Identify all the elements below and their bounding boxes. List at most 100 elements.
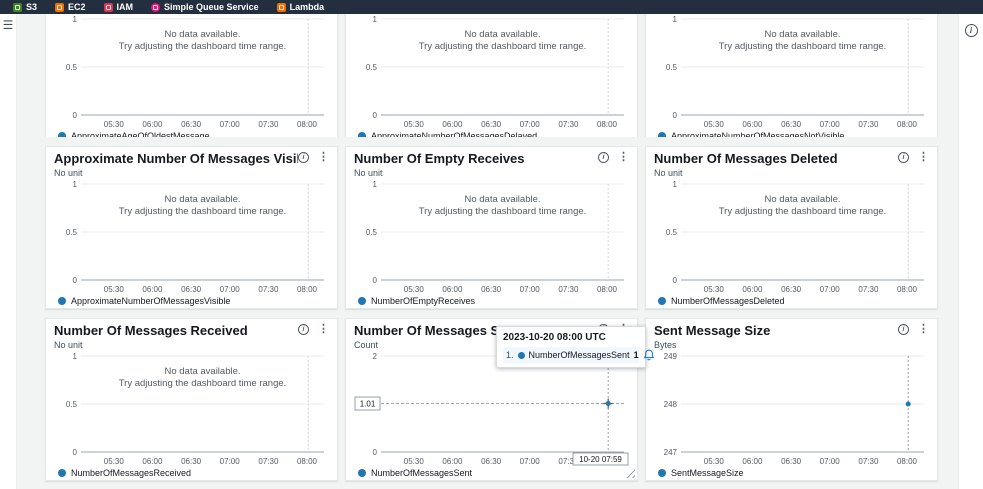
x-tick-label: 06:30 [481, 285, 502, 294]
x-tick-label: 06:00 [742, 120, 763, 129]
info-icon[interactable]: i [298, 324, 309, 335]
favorite-service-label: S3 [26, 2, 37, 12]
chart-header-icons: i ⋮ [298, 324, 329, 335]
x-tick-label: 05:30 [404, 457, 425, 466]
legend-color-dot [358, 297, 366, 305]
no-data-message-line2: Try adjusting the dashboard time range. [419, 41, 587, 52]
tooltip-series-value: 1 [634, 350, 639, 360]
widget-menu-icon[interactable]: ⋮ [318, 324, 329, 335]
chart-legend[interactable]: ApproximateAgeOfOldestMessage [46, 131, 337, 137]
no-data-message-line2: Try adjusting the dashboard time range. [719, 41, 887, 52]
info-icon[interactable]: i [898, 152, 909, 163]
favorite-service-shortcut[interactable]: Lambda [268, 0, 334, 14]
dashboard-row-3: Number Of Messages Received i ⋮ No unit … [45, 318, 938, 481]
tooltip-series-row[interactable]: 1. NumberOfMessagesSent 1 [503, 347, 639, 363]
info-icon[interactable]: i [898, 324, 909, 335]
x-tick-label: 07:00 [820, 285, 841, 294]
x-tick-label: 07:30 [258, 457, 279, 466]
x-tick-label: 06:00 [742, 285, 763, 294]
info-icon[interactable]: i [298, 152, 309, 163]
no-data-message-line1: No data available. [164, 194, 240, 205]
favorite-service-shortcut[interactable]: S3 [4, 0, 46, 14]
chart-legend[interactable]: SentMessageSize [646, 468, 937, 478]
legend-series-name: NumberOfMessagesDeleted [671, 296, 785, 306]
widget-menu-icon[interactable]: ⋮ [318, 152, 329, 163]
chart-legend[interactable]: NumberOfMessagesDeleted [646, 296, 937, 306]
chart-plot-area[interactable]: 10.5005:3006:0006:3007:0007:3008:00No da… [654, 14, 931, 131]
legend-color-dot [58, 297, 66, 305]
x-tick-label: 07:30 [258, 120, 279, 129]
x-tick-label: 05:30 [404, 285, 425, 294]
chart-title: Number Of Messages Received [54, 324, 248, 338]
widget-menu-icon[interactable]: ⋮ [618, 152, 629, 163]
legend-series-name: NumberOfMessagesSent [371, 468, 472, 478]
x-tick-label: 07:00 [520, 457, 541, 466]
y-tick-label: 248 [664, 400, 678, 409]
legend-color-dot [58, 132, 66, 137]
cursor-time-label: 10-20 07:59 [579, 455, 622, 464]
widget-menu-icon[interactable]: ⋮ [918, 152, 929, 163]
tooltip-series-name: NumberOfMessagesSent [529, 350, 630, 360]
y-tick-label: 1 [673, 15, 678, 24]
chart-plot-area[interactable]: 10.5005:3006:0006:3007:0007:3008:00No da… [54, 14, 331, 131]
favorite-service-shortcut[interactable]: EC2 [46, 0, 95, 14]
chart-widget: i ⋮ 10.5005:3006:0006:3007:0007:3008:00N… [45, 14, 338, 137]
chart-legend[interactable]: NumberOfMessagesSent [346, 468, 637, 478]
chart-widget: Approximate Number Of Messages Visible i… [45, 146, 338, 309]
widget-menu-icon[interactable]: ⋮ [918, 324, 929, 335]
chart-header-icons: i ⋮ [298, 152, 329, 163]
chart-plot-area[interactable]: 10.5005:3006:0006:3007:0007:3008:00No da… [354, 178, 631, 296]
legend-color-dot [358, 132, 366, 137]
chart-legend[interactable]: ApproximateNumberOfMessagesVisible [46, 296, 337, 306]
chart-header: Number Of Messages Received i ⋮ [46, 319, 337, 338]
chart-legend[interactable]: NumberOfEmptyReceives [346, 296, 637, 306]
legend-color-dot [658, 297, 666, 305]
x-tick-label: 06:30 [781, 457, 802, 466]
info-icon[interactable]: i [965, 24, 978, 37]
y-tick-label: 1 [673, 180, 678, 189]
favorites-bar: S3 EC2 IAM Simple Queue Service Lambda [0, 0, 983, 14]
favorite-service-shortcut[interactable]: IAM [95, 0, 143, 14]
y-tick-label: 0.5 [66, 228, 78, 237]
x-tick-label: 06:00 [442, 457, 463, 466]
x-tick-label: 07:00 [520, 285, 541, 294]
chart-widget: i ⋮ 10.5005:3006:0006:3007:0007:3008:00N… [645, 14, 938, 137]
x-tick-label: 08:00 [297, 457, 318, 466]
x-tick-label: 08:00 [597, 285, 618, 294]
chart-header-icons: i ⋮ [898, 152, 929, 163]
favorite-service-label: Simple Queue Service [164, 2, 259, 12]
chart-header-icons: i ⋮ [898, 324, 929, 335]
chart-plot-area[interactable]: 24924824705:3006:0006:3007:0007:3008:00 [654, 350, 931, 468]
service-icon [55, 3, 64, 12]
x-tick-label: 07:00 [820, 457, 841, 466]
legend-color-dot [358, 469, 366, 477]
info-icon[interactable]: i [598, 152, 609, 163]
y-tick-label: 0.5 [666, 228, 678, 237]
chart-legend[interactable]: NumberOfMessagesReceived [46, 468, 337, 478]
help-panel-rail: i [958, 14, 983, 489]
aws-console-screen: S3 EC2 IAM Simple Queue Service Lambda ☰… [0, 0, 983, 489]
chart-title: Number Of Messages Sent [354, 324, 519, 338]
chart-plot-area[interactable]: 10.5005:3006:0006:3007:0007:3008:00No da… [54, 178, 331, 296]
chart-legend[interactable]: ApproximateNumberOfMessagesDelayed [346, 131, 637, 137]
chart-legend[interactable]: ApproximateNumberOfMessagesNotVisible [646, 131, 937, 137]
dashboard-grid: i ⋮ 10.5005:3006:0006:3007:0007:3008:00N… [45, 14, 938, 489]
chart-plot-area[interactable]: 10.5005:3006:0006:3007:0007:3008:00No da… [654, 178, 931, 296]
x-tick-label: 05:30 [704, 285, 725, 294]
favorite-service-label: EC2 [68, 2, 86, 12]
legend-color-dot [58, 469, 66, 477]
y-tick-label: 0.5 [66, 400, 78, 409]
no-data-message-line1: No data available. [464, 194, 540, 205]
y-tick-label: 0 [73, 111, 78, 120]
x-tick-label: 07:00 [220, 285, 241, 294]
chart-title: Sent Message Size [654, 324, 770, 338]
x-tick-label: 06:00 [442, 285, 463, 294]
x-tick-label: 08:00 [897, 285, 918, 294]
legend-color-dot [658, 132, 666, 137]
hamburger-menu-icon[interactable]: ☰ [2, 19, 15, 31]
chart-plot-area[interactable]: 10.5005:3006:0006:3007:0007:3008:00No da… [354, 14, 631, 131]
no-data-message-line2: Try adjusting the dashboard time range. [719, 206, 887, 217]
chart-plot-area[interactable]: 10.5005:3006:0006:3007:0007:3008:00No da… [54, 350, 331, 468]
create-alarm-bell-icon[interactable] [643, 349, 655, 361]
favorite-service-shortcut[interactable]: Simple Queue Service [142, 0, 268, 14]
